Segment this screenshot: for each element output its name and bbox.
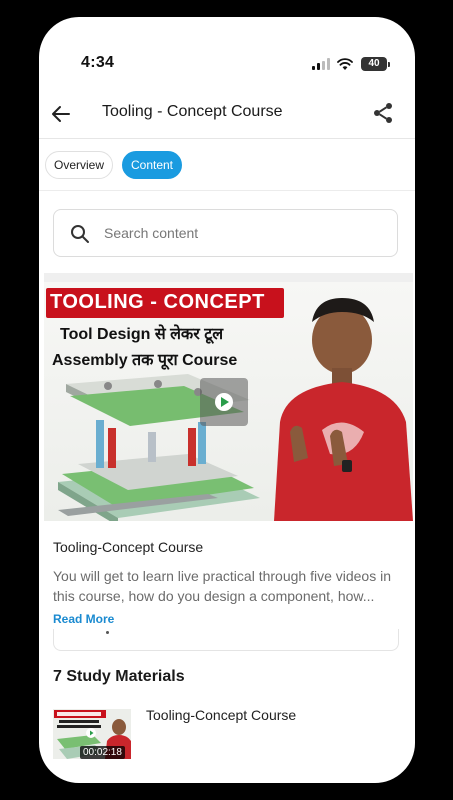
thumbnail-line-2: Assembly तक पूरा Course (52, 352, 238, 369)
share-icon[interactable] (371, 101, 395, 125)
battery-icon: 40 (361, 57, 387, 71)
study-material-title: Tooling-Concept Course (146, 707, 297, 723)
battery-nub (388, 62, 390, 67)
battery-level: 40 (368, 58, 380, 69)
course-description: You will get to learn live practical thr… (53, 568, 392, 604)
thumbnail-image: TOOLING - CONCEPT Tool Design से लेकर टू… (44, 282, 413, 521)
status-bar: 4:34 40 (39, 17, 415, 97)
thumbnail-line-1: Tool Design से लेकर टूल (60, 326, 224, 343)
page-title: Tooling - Concept Course (102, 103, 283, 120)
tab-content[interactable]: Content (122, 151, 182, 179)
play-button[interactable] (200, 378, 248, 426)
read-more-link[interactable]: Read More (53, 612, 114, 626)
tabs-divider (39, 190, 415, 191)
phone-screen: 4:34 40 Tooling - Concept Course Overvie… (39, 17, 415, 783)
thumbnail-banner-text: TOOLING - CONCEPT (50, 291, 265, 313)
study-material-thumbnail: 00:02:18 (53, 709, 131, 759)
course-title: Tooling-Concept Course (53, 539, 204, 555)
study-material-item[interactable]: 00:02:18 Tooling-Concept Course (53, 707, 399, 763)
wifi-icon (337, 58, 353, 70)
search-icon (71, 225, 89, 243)
app-header: Tooling - Concept Course (39, 97, 415, 147)
tab-overview[interactable]: Overview (45, 151, 113, 179)
status-time: 4:34 (81, 54, 115, 71)
cellular-signal-icon (312, 58, 330, 70)
course-video-thumbnail[interactable]: TOOLING - CONCEPT Tool Design से लेकर टू… (44, 273, 413, 521)
search-box[interactable] (53, 209, 398, 257)
course-card-bottom (53, 629, 399, 651)
play-icon (215, 393, 233, 411)
back-arrow-icon[interactable] (49, 102, 73, 126)
video-duration: 00:02:18 (80, 746, 125, 759)
instructor-photo (274, 298, 413, 521)
header-divider (39, 138, 415, 139)
card-dot (106, 631, 109, 634)
search-input[interactable] (104, 222, 384, 244)
study-materials-heading: 7 Study Materials (53, 668, 185, 685)
